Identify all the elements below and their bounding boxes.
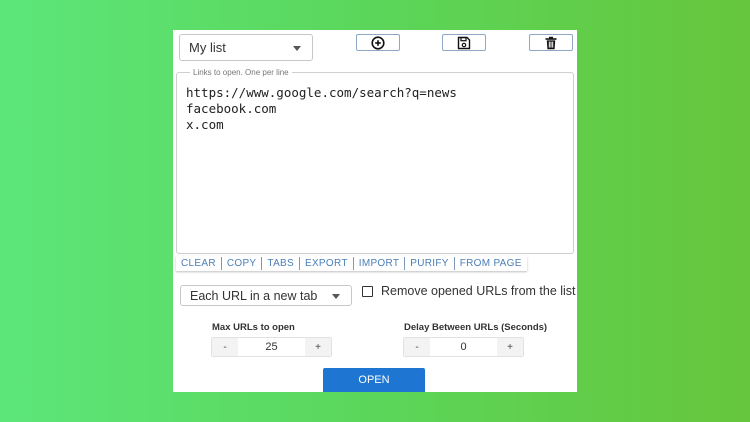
- remove-opened-checkbox[interactable]: [362, 285, 373, 297]
- chevron-down-icon: [332, 293, 340, 299]
- max-urls-input[interactable]: 25: [238, 341, 305, 353]
- delay-label: Delay Between URLs (Seconds): [404, 322, 548, 333]
- max-urls-increment-button[interactable]: +: [305, 338, 331, 356]
- add-list-button[interactable]: [356, 34, 400, 51]
- delay-decrement-button[interactable]: -: [404, 338, 430, 356]
- max-urls-stepper: - 25 +: [211, 337, 332, 357]
- delay-input[interactable]: 0: [430, 341, 497, 353]
- open-mode-value: Each URL in a new tab: [190, 288, 318, 303]
- links-textarea[interactable]: Links to open. One per line https://www.…: [176, 68, 574, 254]
- list-select[interactable]: My list: [179, 34, 313, 61]
- links-legend: Links to open. One per line: [193, 68, 289, 77]
- max-urls-label: Max URLs to open: [212, 322, 295, 333]
- open-button[interactable]: OPEN: [323, 368, 425, 392]
- delay-increment-button[interactable]: +: [497, 338, 523, 356]
- tabs-link[interactable]: TABS: [262, 257, 300, 270]
- floppy-disk-icon: [457, 36, 471, 49]
- purify-link[interactable]: PURIFY: [405, 257, 455, 270]
- chevron-down-icon: [293, 45, 301, 51]
- save-list-button[interactable]: [442, 34, 486, 51]
- remove-opened-label: Remove opened URLs from the list: [381, 284, 576, 298]
- from-page-link[interactable]: FROM PAGE: [455, 257, 527, 270]
- export-link[interactable]: EXPORT: [300, 257, 354, 270]
- action-links-bar: CLEAR COPY TABS EXPORT IMPORT PURIFY FRO…: [176, 256, 527, 271]
- remove-opened-option: Remove opened URLs from the list: [362, 284, 576, 298]
- delay-stepper: - 0 +: [403, 337, 524, 357]
- plus-circle-icon: [371, 35, 385, 50]
- main-panel: My list Links to open. One per line http…: [173, 30, 577, 392]
- delete-list-button[interactable]: [529, 34, 573, 51]
- trash-icon: [545, 36, 557, 49]
- open-mode-select[interactable]: Each URL in a new tab: [180, 285, 352, 306]
- clear-link[interactable]: CLEAR: [176, 257, 222, 270]
- import-link[interactable]: IMPORT: [354, 257, 406, 270]
- list-select-value: My list: [189, 40, 226, 55]
- links-text[interactable]: https://www.google.com/search?q=news fac…: [186, 85, 564, 133]
- copy-link[interactable]: COPY: [222, 257, 263, 270]
- max-urls-decrement-button[interactable]: -: [212, 338, 238, 356]
